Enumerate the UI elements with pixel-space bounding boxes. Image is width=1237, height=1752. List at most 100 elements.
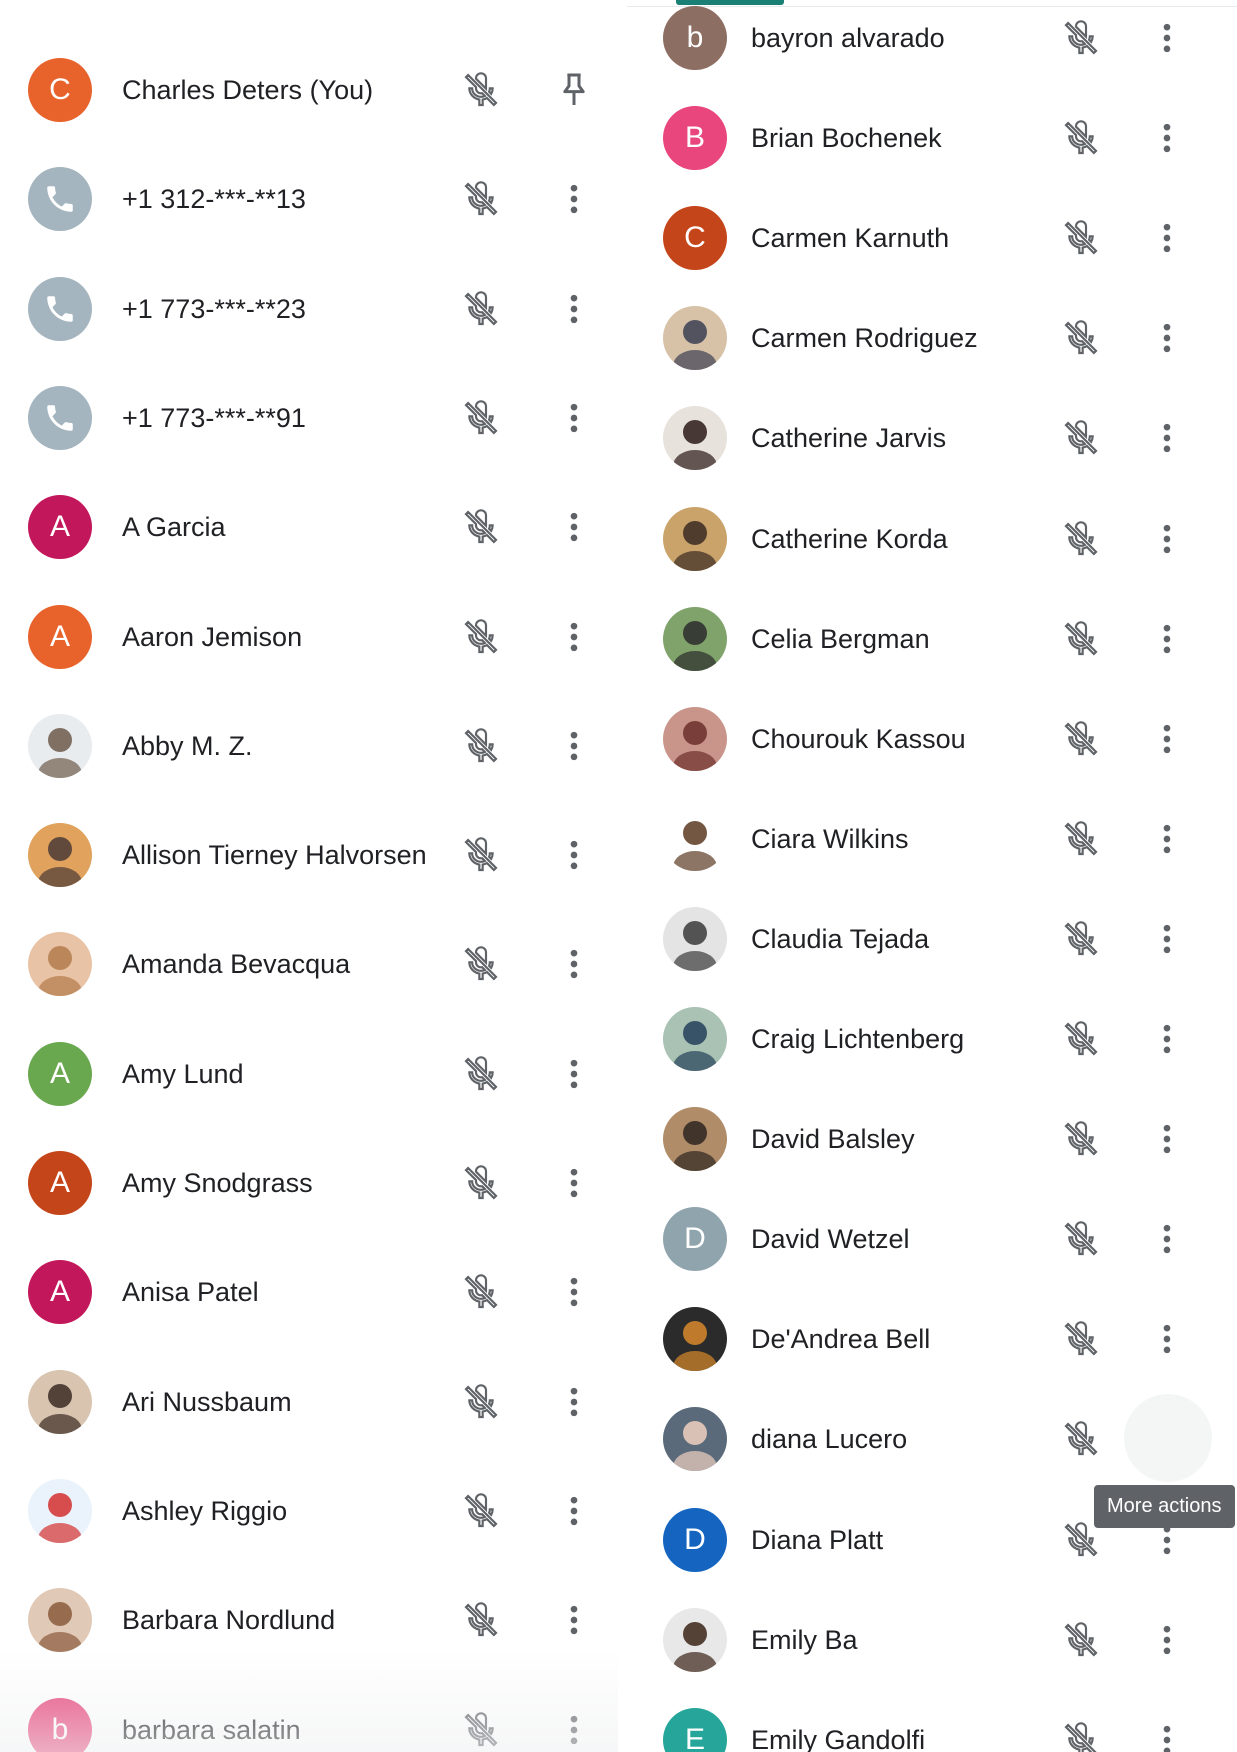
more-vert-icon[interactable] — [550, 394, 598, 442]
participant-name: Craig Lichtenberg — [751, 1024, 965, 1054]
participant-row: b barbara salatin — [0, 1680, 618, 1752]
mic-off-icon[interactable] — [457, 1268, 505, 1316]
pin-icon[interactable] — [550, 66, 598, 114]
more-vert-icon[interactable] — [550, 285, 598, 333]
avatar: D — [663, 1507, 727, 1572]
avatar-initial: D — [684, 1222, 706, 1256]
more-vert-icon[interactable] — [1143, 14, 1191, 62]
mic-off-icon[interactable] — [457, 1596, 505, 1644]
more-vert-icon[interactable] — [550, 1159, 598, 1207]
participant-name: De'Andrea Bell — [751, 1324, 931, 1355]
more-vert-icon[interactable] — [1143, 114, 1191, 162]
participant-row: Carmen Rodriguez — [627, 288, 1237, 388]
more-vert-icon[interactable] — [550, 175, 598, 223]
mic-off-icon[interactable] — [457, 1050, 505, 1098]
mic-off-icon[interactable] — [457, 1706, 505, 1752]
participant-row: +1 312-***-**13 — [0, 149, 618, 249]
mic-off-icon[interactable] — [1057, 1015, 1105, 1063]
avatar: C — [663, 206, 727, 271]
avatar-photo — [663, 806, 727, 871]
mic-off-icon[interactable] — [1057, 915, 1105, 963]
participant-row: Craig Lichtenberg — [627, 989, 1237, 1089]
more-vert-icon[interactable] — [1143, 815, 1191, 863]
avatar-photo — [663, 706, 727, 771]
participant-row: Catherine Korda — [627, 489, 1237, 589]
participant-name: Allison Tierney Halvorsen — [122, 840, 427, 871]
mic-off-icon[interactable] — [1057, 1315, 1105, 1363]
participant-name: Celia Bergman — [751, 623, 930, 654]
mic-off-icon[interactable] — [1057, 414, 1105, 462]
more-vert-icon[interactable] — [1143, 915, 1191, 963]
mic-off-icon[interactable] — [1057, 515, 1105, 563]
participant-name: +1 773-***-**23 — [122, 293, 306, 324]
more-vert-icon[interactable] — [550, 1378, 598, 1426]
participant-row: Catherine Jarvis — [627, 388, 1237, 488]
more-vert-icon[interactable] — [550, 1596, 598, 1644]
more-vert-icon[interactable] — [1143, 615, 1191, 663]
mic-off-icon[interactable] — [1057, 1215, 1105, 1263]
mic-off-icon[interactable] — [1057, 1115, 1105, 1163]
avatar-initial: C — [49, 73, 71, 106]
mic-off-icon[interactable] — [457, 394, 505, 442]
more-vert-icon[interactable] — [1143, 1315, 1191, 1363]
mic-off-icon[interactable] — [457, 1487, 505, 1535]
mic-off-icon[interactable] — [457, 831, 505, 879]
more-vert-icon[interactable] — [1143, 1115, 1191, 1163]
more-vert-icon[interactable] — [1143, 515, 1191, 563]
more-vert-icon[interactable] — [550, 1050, 598, 1098]
avatar: D — [663, 1207, 727, 1272]
mic-off-icon[interactable] — [1057, 1616, 1105, 1664]
avatar: C — [28, 58, 92, 122]
mic-off-icon[interactable] — [457, 66, 505, 114]
more-vert-icon[interactable] — [1143, 1015, 1191, 1063]
more-vert-icon[interactable] — [1143, 715, 1191, 763]
mic-off-icon[interactable] — [1057, 1716, 1105, 1752]
participant-name: Carmen Rodriguez — [751, 323, 978, 354]
participant-name: Amy Lund — [122, 1058, 244, 1089]
more-vert-icon[interactable] — [1143, 1716, 1191, 1752]
participant-name: barbara salatin — [122, 1714, 301, 1745]
mic-off-icon[interactable] — [457, 940, 505, 988]
participant-row: Claudia Tejada — [627, 889, 1237, 989]
mic-off-icon[interactable] — [1057, 1415, 1105, 1463]
mic-off-icon[interactable] — [1057, 715, 1105, 763]
more-vert-icon[interactable] — [1143, 214, 1191, 262]
more-vert-icon[interactable] — [1143, 414, 1191, 462]
mic-off-icon[interactable] — [1057, 14, 1105, 62]
more-vert-icon[interactable] — [1143, 1616, 1191, 1664]
mic-off-icon[interactable] — [457, 1378, 505, 1426]
more-vert-icon[interactable] — [550, 1487, 598, 1535]
mic-off-icon[interactable] — [457, 722, 505, 770]
avatar: A — [28, 1151, 92, 1215]
avatar-initial: E — [684, 1722, 705, 1752]
participant-name: +1 773-***-**91 — [122, 402, 306, 433]
mic-off-icon[interactable] — [457, 175, 505, 223]
more-vert-icon[interactable] — [1143, 1215, 1191, 1263]
participant-name: Charles Deters (You) — [122, 75, 374, 105]
mic-off-icon[interactable] — [1057, 314, 1105, 362]
more-vert-icon[interactable] — [550, 1268, 598, 1316]
mic-off-icon[interactable] — [1057, 114, 1105, 162]
more-vert-icon[interactable] — [550, 1706, 598, 1752]
mic-off-icon[interactable] — [457, 613, 505, 661]
more-vert-icon[interactable] — [550, 503, 598, 551]
mic-off-icon[interactable] — [457, 1159, 505, 1207]
participant-row: C Carmen Karnuth — [627, 188, 1237, 288]
participant-row: D David Wetzel — [627, 1189, 1237, 1289]
participant-row: C Charles Deters (You) — [0, 40, 618, 140]
mic-off-icon[interactable] — [457, 503, 505, 551]
participant-row: Celia Bergman — [627, 589, 1237, 689]
more-vert-icon[interactable] — [550, 940, 598, 988]
mic-off-icon[interactable] — [1057, 615, 1105, 663]
mic-off-icon[interactable] — [1057, 214, 1105, 262]
more-vert-icon[interactable] — [550, 831, 598, 879]
mic-off-icon[interactable] — [1057, 815, 1105, 863]
more-vert-icon[interactable] — [550, 613, 598, 661]
mic-off-icon[interactable] — [457, 285, 505, 333]
participant-row: A Amy Lund — [0, 1024, 618, 1124]
more-vert-icon[interactable] — [1143, 314, 1191, 362]
more-vert-icon[interactable] — [550, 722, 598, 770]
participant-name: Diana Platt — [751, 1524, 884, 1555]
participant-name: bayron alvarado — [751, 23, 945, 53]
avatar: b — [28, 1697, 92, 1752]
